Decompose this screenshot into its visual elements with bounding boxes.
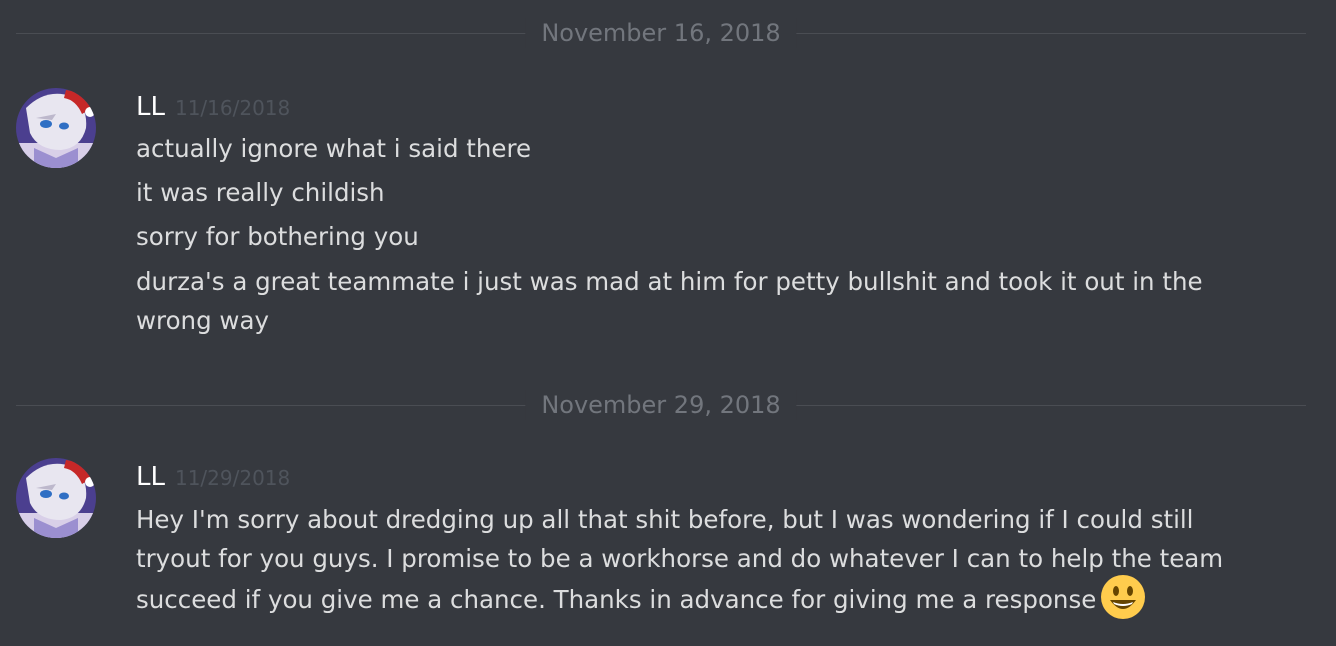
message-body: LL 11/29/2018 Hey I'm sorry about dredgi… bbox=[136, 458, 1236, 624]
message-text-last: succeed if you give me a chance. Thanks … bbox=[136, 585, 1097, 614]
message-text-line: wrong way bbox=[136, 306, 269, 335]
username[interactable]: LL bbox=[136, 88, 165, 126]
username[interactable]: LL bbox=[136, 458, 165, 496]
chat-messages: November 16, 2018 LL 11/16/2018 actually… bbox=[0, 0, 1336, 646]
message-text: sorry for bothering you bbox=[136, 222, 419, 251]
message-text: it was really childish bbox=[136, 178, 385, 207]
avatar-image bbox=[16, 458, 96, 538]
message-text-line: Hey I'm sorry about dredging up all that… bbox=[136, 505, 1194, 534]
message-header: LL 11/29/2018 bbox=[136, 458, 1236, 496]
date-divider-label: November 16, 2018 bbox=[525, 18, 797, 48]
avatar-image bbox=[16, 88, 96, 168]
message-text: durza's a great teammate i just was mad … bbox=[136, 262, 1236, 340]
message-text-line: durza's a great teammate i just was mad … bbox=[136, 267, 1203, 296]
timestamp: 11/29/2018 bbox=[174, 466, 291, 490]
message-text: actually ignore what i said there bbox=[136, 134, 532, 163]
message-text: Hey I'm sorry about dredging up all that… bbox=[136, 500, 1236, 624]
timestamp: 11/16/2018 bbox=[174, 96, 291, 120]
date-divider: November 29, 2018 bbox=[16, 390, 1306, 420]
date-divider-label: November 29, 2018 bbox=[525, 390, 797, 420]
user-avatar[interactable] bbox=[16, 88, 96, 168]
user-avatar[interactable] bbox=[16, 458, 96, 538]
message-text-line: tryout for you guys. I promise to be a w… bbox=[136, 544, 1224, 573]
date-divider: November 16, 2018 bbox=[16, 18, 1306, 48]
smiley-emoji-icon[interactable] bbox=[1100, 574, 1146, 620]
message-body: LL 11/16/2018 actually ignore what i sai… bbox=[136, 88, 1236, 340]
message-text-line: succeed if you give me a chance. Thanks … bbox=[136, 575, 1236, 624]
message-header: LL 11/16/2018 bbox=[136, 88, 1236, 126]
